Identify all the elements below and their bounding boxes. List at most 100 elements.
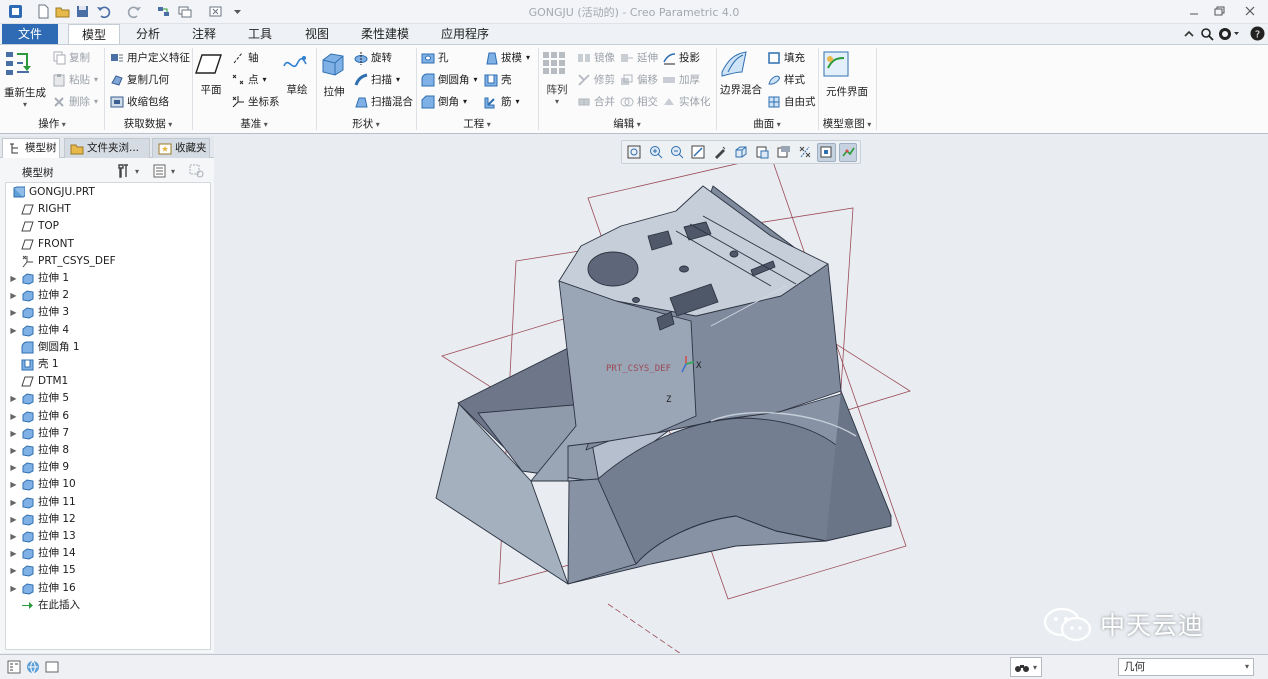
shrinkwrap-button[interactable]: 收缩包络 (110, 93, 169, 111)
zoom-out-button[interactable] (668, 143, 686, 162)
expand-arrow-icon[interactable]: ▶ (8, 390, 19, 407)
tab-model-tree[interactable]: 模型树 (2, 138, 60, 158)
group-label-operations[interactable]: 操作 (0, 117, 104, 131)
component-interface-button[interactable]: 元件界面 (822, 50, 872, 99)
project-button[interactable]: 投影 (662, 49, 700, 67)
new-file-icon[interactable] (36, 4, 51, 19)
swept-blend-button[interactable]: 扫描混合 (354, 93, 413, 111)
expand-arrow-icon[interactable]: ▶ (8, 476, 19, 493)
extend-button[interactable]: 延伸 (620, 49, 658, 67)
repaint-button[interactable] (689, 143, 707, 162)
tree-item[interactable]: ▶ 拉伸 4 (8, 322, 208, 339)
chamfer-button[interactable]: 倒角 ▾ (421, 93, 467, 111)
tree-item[interactable]: ▶ 拉伸 11 (8, 494, 208, 511)
annotation-display-button[interactable] (838, 142, 857, 162)
display-style-button[interactable] (710, 143, 728, 162)
group-label-model-intent[interactable]: 模型意图 (818, 117, 876, 131)
style-button[interactable]: 样式 (767, 71, 805, 89)
tree-settings-button[interactable]: ▾ (116, 162, 146, 180)
rib-button[interactable]: 筋 ▾ (484, 93, 520, 111)
paste-button[interactable]: 粘贴 ▾ (52, 71, 98, 89)
expand-arrow-icon[interactable]: ▶ (8, 270, 19, 287)
expand-arrow-icon[interactable]: ▶ (8, 528, 19, 545)
tree-item[interactable]: 倒圆角 1 (8, 339, 208, 356)
mirror-button[interactable]: 镜像 (577, 49, 615, 67)
tree-item[interactable]: ▶ 拉伸 16 (8, 580, 208, 597)
fill-button[interactable]: 填充 (767, 49, 805, 67)
community-icon[interactable] (1218, 27, 1240, 41)
perspective-button[interactable] (774, 143, 792, 162)
tab-applications[interactable]: 应用程序 (432, 24, 498, 44)
tree-item[interactable]: ▶ 拉伸 12 (8, 511, 208, 528)
tab-model[interactable]: 模型 (68, 24, 120, 44)
pattern-button[interactable]: 阵列 ▾ (541, 50, 573, 106)
refit-button[interactable] (625, 143, 643, 162)
find-button[interactable]: ▾ (1010, 657, 1042, 677)
tree-item[interactable]: ▶ 拉伸 14 (8, 545, 208, 562)
point-button[interactable]: 点 ▾ (231, 71, 267, 89)
tab-file[interactable]: 文件 (2, 24, 58, 44)
copy-button[interactable]: 复制 (52, 49, 90, 67)
tree-insert-here[interactable]: 在此插入 (8, 597, 208, 614)
show-navigator-icon[interactable] (7, 660, 21, 674)
udf-button[interactable]: 用户定义特征 (110, 49, 190, 67)
group-label-shapes[interactable]: 形状 (316, 117, 416, 131)
customize-toolbar-icon[interactable] (230, 4, 245, 19)
tree-filter-icon[interactable] (188, 162, 206, 180)
group-label-surfaces[interactable]: 曲面 (716, 117, 818, 131)
tree-item[interactable]: FRONT (8, 236, 208, 253)
expand-arrow-icon[interactable]: ▶ (8, 494, 19, 511)
search-icon[interactable] (1200, 27, 1214, 41)
tree-item[interactable]: ▶ 拉伸 9 (8, 459, 208, 476)
tree-item[interactable]: ▶ 拉伸 13 (8, 528, 208, 545)
freestyle-button[interactable]: 自由式 (767, 93, 816, 111)
datum-display-button[interactable] (796, 143, 814, 162)
expand-arrow-icon[interactable]: ▶ (8, 580, 19, 597)
tab-annotate[interactable]: 注释 (184, 24, 224, 44)
tab-folder-browser[interactable]: 文件夹浏... (64, 138, 150, 158)
tree-item[interactable]: TOP (8, 218, 208, 235)
trim-button[interactable]: 修剪 (577, 71, 615, 89)
tree-show-button[interactable]: ▾ (152, 162, 182, 180)
delete-button[interactable]: 删除 ▾ (52, 93, 98, 111)
tree-item[interactable]: ▶ 拉伸 1 (8, 270, 208, 287)
thicken-button[interactable]: 加厚 (662, 71, 700, 89)
tree-item[interactable]: ▶ 拉伸 5 (8, 390, 208, 407)
save-icon[interactable] (75, 4, 90, 19)
csys-button[interactable]: 坐标系 (231, 93, 280, 111)
boundary-blend-button[interactable]: 边界混合 (719, 50, 763, 97)
tab-analysis[interactable]: 分析 (128, 24, 168, 44)
spin-center-button[interactable] (817, 142, 836, 162)
expand-arrow-icon[interactable]: ▶ (8, 511, 19, 528)
intersect-button[interactable]: 相交 (620, 93, 658, 111)
revolve-button[interactable]: 旋转 (354, 49, 392, 67)
tree-item[interactable]: ▶ 拉伸 10 (8, 476, 208, 493)
sweep-button[interactable]: 扫描 ▾ (354, 71, 400, 89)
tree-item[interactable]: ▶ 拉伸 15 (8, 562, 208, 579)
expand-arrow-icon[interactable]: ▶ (8, 562, 19, 579)
view-manager-button[interactable] (753, 143, 771, 162)
sketch-button[interactable]: 草绘 (282, 52, 312, 97)
expand-arrow-icon[interactable]: ▶ (8, 408, 19, 425)
tree-item[interactable]: DTM1 (8, 373, 208, 390)
expand-arrow-icon[interactable]: ▶ (8, 322, 19, 339)
tree-item[interactable]: ▶ 拉伸 7 (8, 425, 208, 442)
group-label-engineering[interactable]: 工程 (416, 117, 538, 131)
windows-icon[interactable] (177, 4, 192, 19)
tree-item[interactable]: ▶ 拉伸 8 (8, 442, 208, 459)
axis-button[interactable]: 轴 (231, 49, 259, 67)
app-icon[interactable] (8, 4, 23, 19)
merge-button[interactable]: 合并 (577, 93, 615, 111)
selection-filter-select[interactable]: 几何 ▾ (1118, 658, 1254, 676)
round-button[interactable]: 倒圆角 ▾ (421, 71, 478, 89)
expand-arrow-icon[interactable]: ▶ (8, 425, 19, 442)
full-screen-icon[interactable] (45, 660, 59, 674)
close-button[interactable] (1240, 3, 1260, 19)
group-label-editing[interactable]: 编辑 (538, 117, 716, 131)
open-folder-icon[interactable] (55, 4, 70, 19)
tab-favorites[interactable]: 收藏夹 (152, 138, 210, 158)
graphics-viewport[interactable]: PRT_CSYS_DEF X Z (216, 136, 1268, 653)
tab-tools[interactable]: 工具 (240, 24, 280, 44)
copy-geometry-button[interactable]: 复制几何 (110, 71, 169, 89)
tree-item[interactable]: GONGJU.PRT (8, 184, 208, 201)
